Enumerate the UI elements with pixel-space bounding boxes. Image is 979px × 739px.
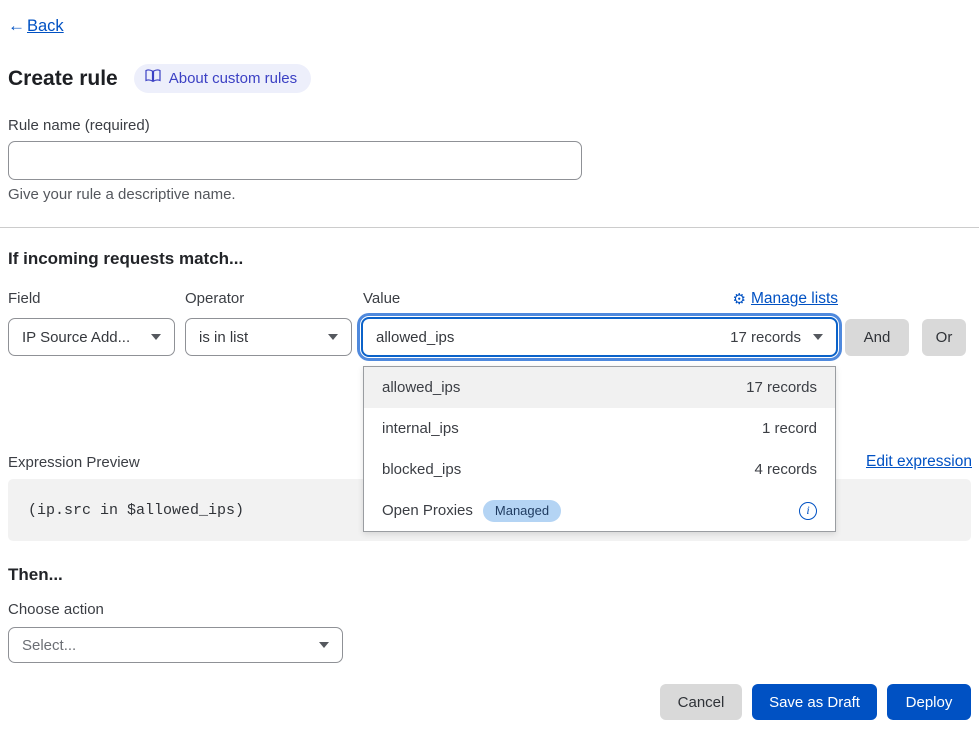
expression-preview-label: Expression Preview <box>8 454 140 471</box>
page-title: Create rule <box>8 67 118 91</box>
chevron-down-icon <box>151 334 161 340</box>
field-label: Field <box>8 290 41 307</box>
then-section-title: Then... <box>8 565 63 585</box>
option-detail: 17 records <box>746 379 817 396</box>
value-label: Value <box>363 290 400 307</box>
managed-badge: Managed <box>483 500 561 522</box>
value-select[interactable]: allowed_ips 17 records <box>361 317 838 357</box>
dropdown-option-blocked-ips[interactable]: blocked_ips 4 records <box>364 449 835 490</box>
deploy-button[interactable]: Deploy <box>887 684 971 720</box>
field-select-value: IP Source Add... <box>22 329 139 346</box>
value-select-records: 17 records <box>730 329 801 346</box>
manage-lists-link[interactable]: ⚙ Manage lists <box>733 290 838 308</box>
or-button[interactable]: Or <box>922 319 966 356</box>
title-row: Create rule About custom rules <box>8 64 311 93</box>
and-button[interactable]: And <box>845 319 909 356</box>
about-badge-label: About custom rules <box>169 70 297 87</box>
choose-action-label: Choose action <box>8 601 104 618</box>
rule-name-helper: Give your rule a descriptive name. <box>8 186 236 203</box>
back-label: Back <box>27 17 64 36</box>
value-dropdown-menu: allowed_ips 17 records internal_ips 1 re… <box>363 366 836 532</box>
option-name: Open Proxies <box>382 502 473 519</box>
option-name: internal_ips <box>382 420 762 437</box>
about-custom-rules-badge[interactable]: About custom rules <box>134 64 311 93</box>
value-select-value: allowed_ips <box>376 329 718 346</box>
save-as-draft-button[interactable]: Save as Draft <box>752 684 877 720</box>
back-link[interactable]: ←Back <box>8 16 64 36</box>
edit-expression-label: Edit expression <box>866 453 972 470</box>
back-arrow-icon: ← <box>8 16 25 36</box>
expression-code: (ip.src in $allowed_ips) <box>28 502 244 519</box>
gear-icon: ⚙ <box>733 292 746 307</box>
match-section-title: If incoming requests match... <box>8 249 243 269</box>
create-rule-page: ←Back Create rule About custom rules Rul… <box>0 0 979 739</box>
section-divider <box>0 227 979 228</box>
chevron-down-icon <box>813 334 823 340</box>
info-icon[interactable]: i <box>799 502 817 520</box>
dropdown-option-internal-ips[interactable]: internal_ips 1 record <box>364 408 835 449</box>
edit-expression-link[interactable]: Edit expression <box>866 453 972 471</box>
action-select[interactable]: Select... <box>8 627 343 663</box>
manage-lists-label: Manage lists <box>751 290 838 308</box>
field-select[interactable]: IP Source Add... <box>8 318 175 356</box>
book-icon <box>145 69 161 87</box>
operator-select-value: is in list <box>199 329 316 346</box>
operator-select[interactable]: is in list <box>185 318 352 356</box>
option-detail: 4 records <box>754 461 817 478</box>
dropdown-option-allowed-ips[interactable]: allowed_ips 17 records <box>364 367 835 408</box>
option-name: allowed_ips <box>382 379 746 396</box>
rule-name-input[interactable] <box>8 141 582 180</box>
operator-label: Operator <box>185 290 244 307</box>
option-name: blocked_ips <box>382 461 754 478</box>
option-detail: 1 record <box>762 420 817 437</box>
rule-name-label: Rule name (required) <box>8 117 150 134</box>
dropdown-option-open-proxies[interactable]: Open Proxies Managed i <box>364 490 835 531</box>
chevron-down-icon <box>328 334 338 340</box>
chevron-down-icon <box>319 642 329 648</box>
cancel-button[interactable]: Cancel <box>660 684 742 720</box>
action-select-placeholder: Select... <box>22 637 307 654</box>
